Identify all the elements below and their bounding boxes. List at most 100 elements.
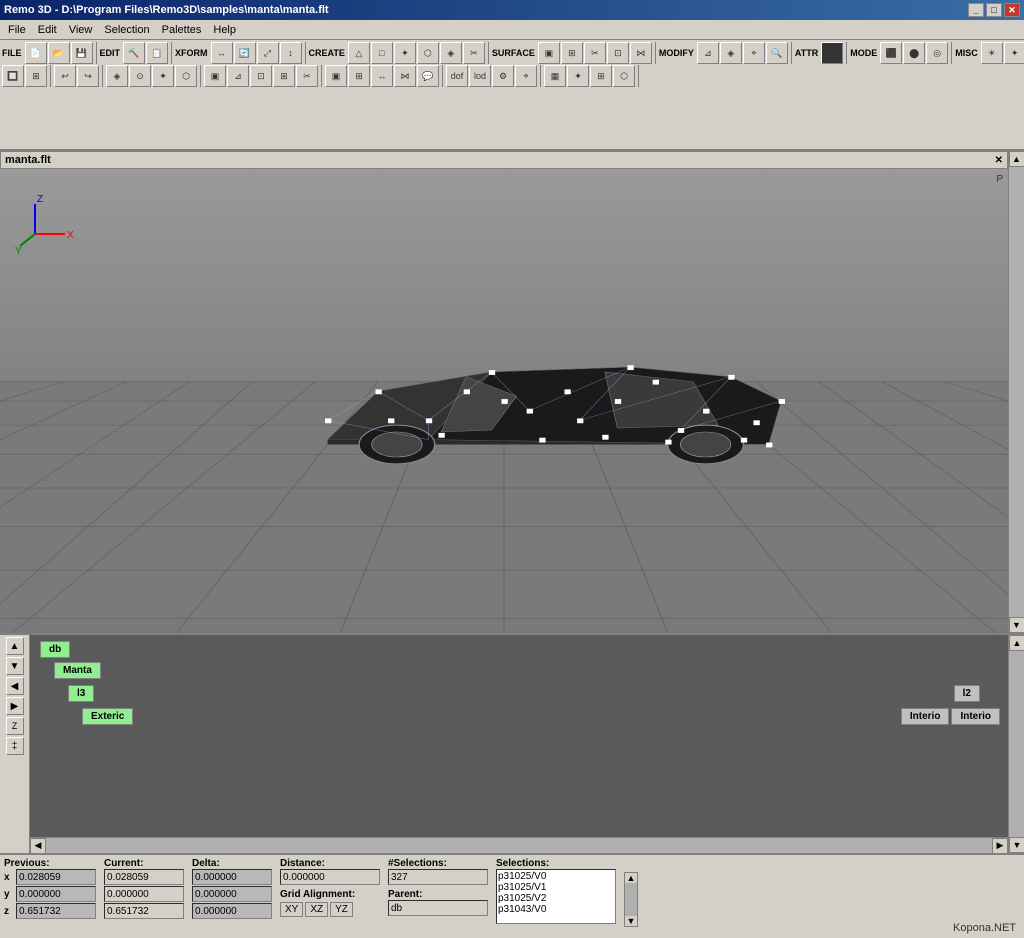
surface-btn3[interactable]: ✂ <box>584 42 606 64</box>
tree-node-db[interactable]: db <box>36 639 1004 660</box>
selection-item-2[interactable]: p31025/V2 <box>498 893 614 904</box>
z-current-input[interactable] <box>104 903 184 919</box>
tree-node-l3[interactable]: l3 <box>64 683 98 704</box>
distance-input[interactable] <box>280 869 380 885</box>
y-delta-input[interactable] <box>192 886 272 902</box>
mode-btn3[interactable]: ◎ <box>926 42 948 64</box>
save-button[interactable]: 💾 <box>71 42 93 64</box>
node-manta-button[interactable]: Manta <box>54 662 101 679</box>
scene-vscroll-track[interactable] <box>1009 651 1024 837</box>
r2-btn14[interactable]: ▣ <box>325 65 347 87</box>
r2-btn12[interactable]: ⊞ <box>273 65 295 87</box>
misc-btn2[interactable]: ✦ <box>1004 42 1024 64</box>
xy-button[interactable]: XY <box>280 902 303 917</box>
create-btn4[interactable]: ⬡ <box>417 42 439 64</box>
create-btn2[interactable]: □ <box>371 42 393 64</box>
r2-btn7[interactable]: ✦ <box>152 65 174 87</box>
r2-btn1[interactable]: 🔲 <box>2 65 24 87</box>
sel-scroll-track[interactable] <box>625 883 637 916</box>
ltb-up[interactable]: ▲ <box>6 637 24 655</box>
node-interio2-button[interactable]: Interio <box>951 708 1000 725</box>
xform-btn2[interactable]: 🔄 <box>234 42 256 64</box>
modify-btn4[interactable]: 🔍 <box>766 42 788 64</box>
r2-btn26[interactable]: ⬡ <box>613 65 635 87</box>
tree-node-l2[interactable]: l2 <box>950 683 984 704</box>
scene-hscrollbar[interactable]: ◀ ▶ <box>30 837 1008 853</box>
y-previous-input[interactable] <box>16 886 96 902</box>
node-l2-button[interactable]: l2 <box>954 685 980 702</box>
node-exteric-button[interactable]: Exteric <box>82 708 133 725</box>
surface-btn4[interactable]: ⊡ <box>607 42 629 64</box>
r2-btn8[interactable]: ⬡ <box>175 65 197 87</box>
z-delta-input[interactable] <box>192 903 272 919</box>
sel-scroll-up[interactable]: ▲ <box>625 873 637 883</box>
modify-btn1[interactable]: ⊿ <box>697 42 719 64</box>
node-interio1-button[interactable]: Interio <box>901 708 950 725</box>
selection-item-3[interactable]: p31043/V0 <box>498 904 614 915</box>
create-btn5[interactable]: ◈ <box>440 42 462 64</box>
r2-btn13[interactable]: ✂ <box>296 65 318 87</box>
menu-edit[interactable]: Edit <box>32 22 63 38</box>
selection-item-0[interactable]: p31025/V0 <box>498 871 614 882</box>
surface-btn2[interactable]: ⊞ <box>561 42 583 64</box>
selections-count-input[interactable] <box>388 869 488 885</box>
viewport-close[interactable]: ✕ <box>995 155 1003 166</box>
create-btn3[interactable]: ✦ <box>394 42 416 64</box>
close-button[interactable]: ✕ <box>1004 3 1020 17</box>
hscroll-right[interactable]: ▶ <box>992 838 1008 854</box>
xz-button[interactable]: XZ <box>305 902 328 917</box>
sel-scroll-down[interactable]: ▼ <box>625 916 637 926</box>
x-delta-input[interactable] <box>192 869 272 885</box>
r2-btn18[interactable]: 💬 <box>417 65 439 87</box>
yz-button[interactable]: YZ <box>330 902 353 917</box>
edit-btn1[interactable]: 🔨 <box>123 42 145 64</box>
attr-btn1[interactable] <box>821 42 843 64</box>
tree-node-exteric[interactable]: Exteric <box>78 706 137 727</box>
r2-btn10[interactable]: ⊿ <box>227 65 249 87</box>
r2-btn21[interactable]: ⚙ <box>492 65 514 87</box>
r2-btn24[interactable]: ✦ <box>567 65 589 87</box>
r2-btn16[interactable]: ↔ <box>371 65 393 87</box>
r2-btn4[interactable]: ↪ <box>77 65 99 87</box>
r2-btn19[interactable]: dof <box>446 65 468 87</box>
r2-btn2[interactable]: ⊞ <box>25 65 47 87</box>
y-current-input[interactable] <box>104 886 184 902</box>
r2-btn15[interactable]: ⊞ <box>348 65 370 87</box>
ltb-z[interactable]: Z <box>6 717 24 735</box>
z-previous-input[interactable] <box>16 903 96 919</box>
r2-btn11[interactable]: ⊡ <box>250 65 272 87</box>
xform-btn4[interactable]: ↕ <box>280 42 302 64</box>
xform-btn3[interactable]: ⤢ <box>257 42 279 64</box>
r2-btn25[interactable]: ⊞ <box>590 65 612 87</box>
ltb-extra[interactable]: ‡ <box>6 737 24 755</box>
x-current-input[interactable] <box>104 869 184 885</box>
misc-btn1[interactable]: ☀ <box>981 42 1003 64</box>
hscroll-track[interactable] <box>46 838 992 853</box>
xform-btn1[interactable]: ↔ <box>211 42 233 64</box>
scene-vscroll-up[interactable]: ▲ <box>1009 635 1024 651</box>
x-previous-input[interactable] <box>16 869 96 885</box>
viewport-vscrollbar[interactable]: ▲ ▼ <box>1008 151 1024 633</box>
menu-view[interactable]: View <box>63 22 99 38</box>
vscroll-track[interactable] <box>1009 167 1024 617</box>
mode-btn2[interactable]: ⬤ <box>903 42 925 64</box>
menu-help[interactable]: Help <box>207 22 242 38</box>
ltb-left[interactable]: ◀ <box>6 677 24 695</box>
new-button[interactable]: 📄 <box>25 42 47 64</box>
ltb-down[interactable]: ▼ <box>6 657 24 675</box>
create-btn1[interactable]: △ <box>348 42 370 64</box>
r2-btn22[interactable]: ⌖ <box>515 65 537 87</box>
r2-btn17[interactable]: ⋈ <box>394 65 416 87</box>
r2-btn5[interactable]: ◈ <box>106 65 128 87</box>
edit-btn2[interactable]: 📋 <box>146 42 168 64</box>
hscroll-left[interactable]: ◀ <box>30 838 46 854</box>
open-button[interactable]: 📂 <box>48 42 70 64</box>
r2-btn23[interactable]: ▦ <box>544 65 566 87</box>
r2-btn6[interactable]: ⊙ <box>129 65 151 87</box>
modify-btn3[interactable]: ⌖ <box>743 42 765 64</box>
r2-btn9[interactable]: ▣ <box>204 65 226 87</box>
maximize-button[interactable]: □ <box>986 3 1002 17</box>
r2-btn20[interactable]: lod <box>469 65 491 87</box>
vscroll-down[interactable]: ▼ <box>1009 617 1024 633</box>
menu-palettes[interactable]: Palettes <box>156 22 208 38</box>
